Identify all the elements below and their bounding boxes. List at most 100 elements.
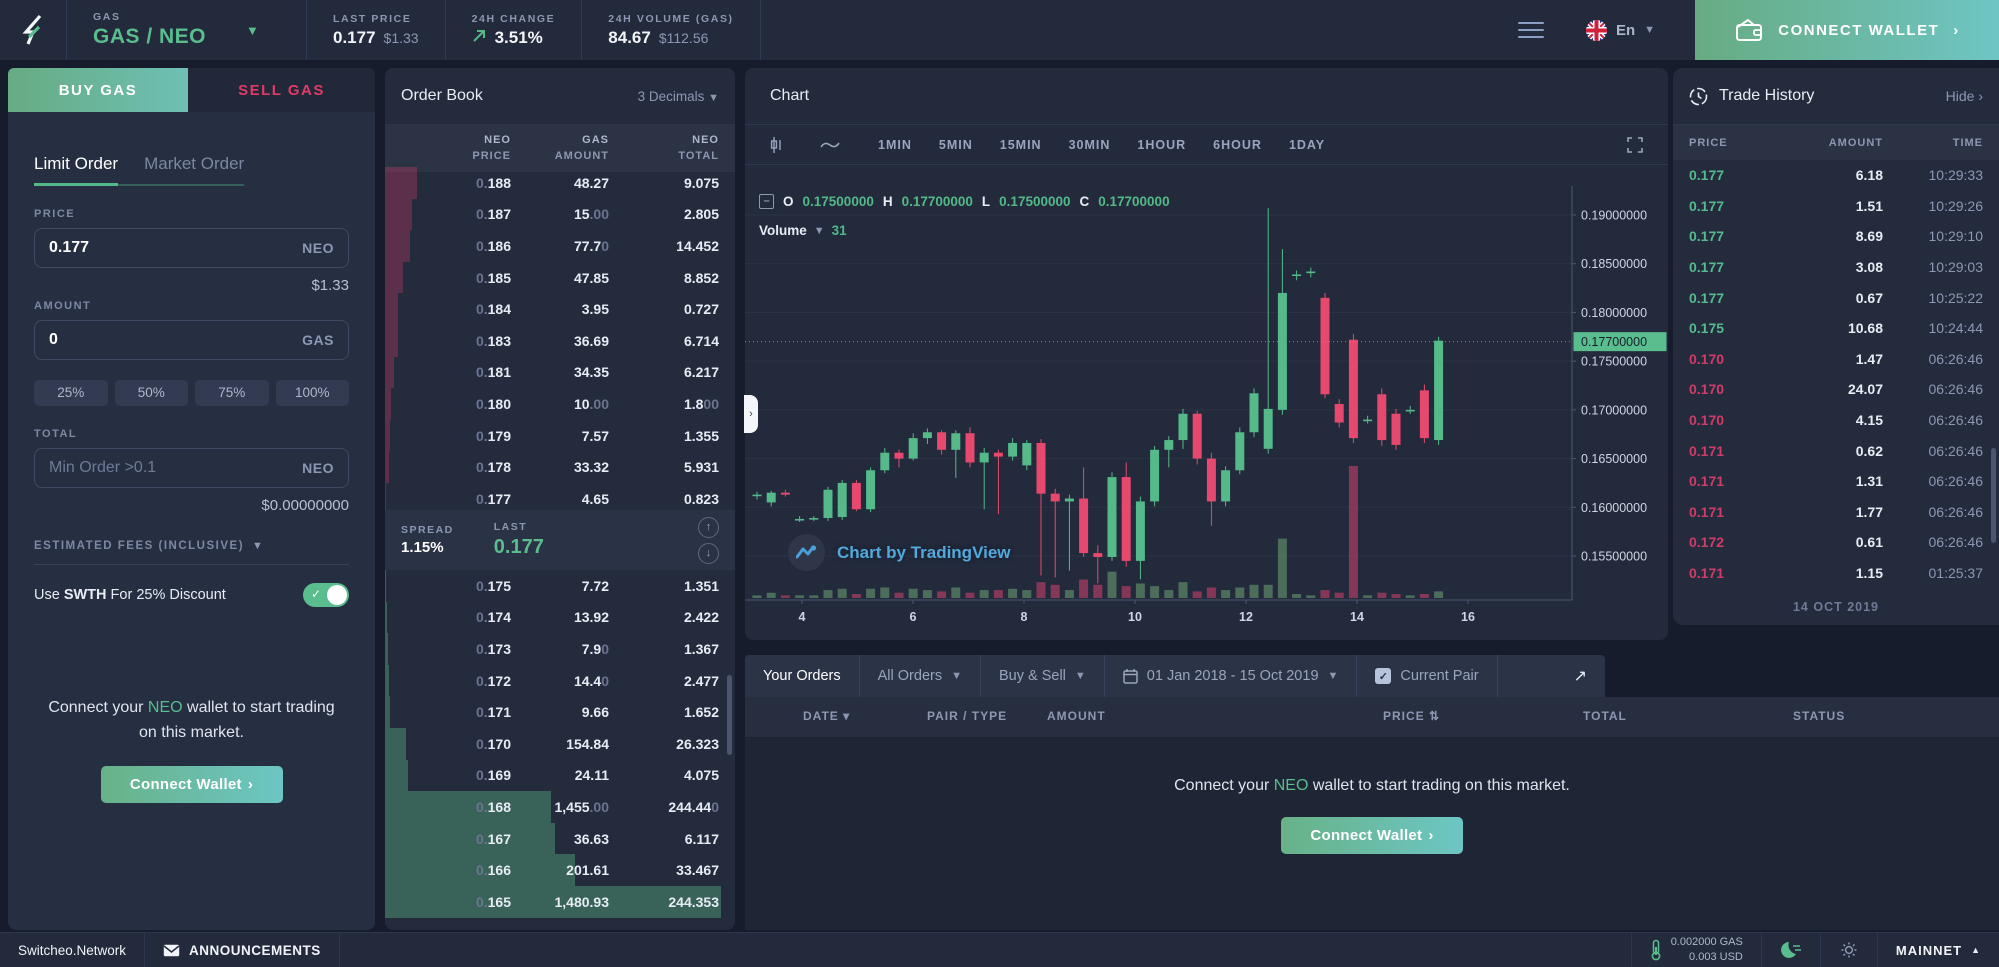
tab-buy-gas[interactable]: BUY GAS <box>8 68 188 112</box>
connect-wallet-button[interactable]: Connect Wallet› <box>1281 817 1463 854</box>
filter-all-orders[interactable]: All Orders▼ <box>860 655 981 697</box>
order-book-panel: Order Book 3 Decimals ▼ NEOPRICE GASAMOU… <box>385 68 735 930</box>
trade-row: 0.1720.6106:26:46 <box>1673 527 1999 558</box>
announcements-link[interactable]: ANNOUNCEMENTS <box>145 933 340 967</box>
svg-text:0.18500000: 0.18500000 <box>1581 257 1647 271</box>
candlestick-style-icon[interactable] <box>770 136 784 154</box>
language-label: En <box>1616 22 1635 39</box>
bid-row[interactable]: 0.170154.8426.323 <box>385 728 735 760</box>
legend-toggle-icon[interactable]: – <box>759 194 774 209</box>
order-book-header: NEOPRICE GASAMOUNT NEOTOTAL <box>385 124 735 172</box>
percent-button-25[interactable]: 25% <box>34 380 108 406</box>
bid-row[interactable]: 0.16736.636.117 <box>385 823 735 855</box>
app-logo[interactable] <box>0 0 67 60</box>
percent-button-75[interactable]: 75% <box>195 380 269 406</box>
bid-row[interactable]: 0.166201.6133.467 <box>385 854 735 886</box>
tab-market-order[interactable]: Market Order <box>144 154 244 184</box>
ohlc-legend: – O0.17500000 H0.17700000 L0.17500000 C0… <box>759 194 1170 209</box>
hide-trade-history-button[interactable]: Hide › <box>1946 88 1983 104</box>
tab-limit-order[interactable]: Limit Order <box>34 154 118 186</box>
svg-text:4: 4 <box>799 610 806 624</box>
ask-row[interactable]: 0.18134.356.217 <box>385 357 735 389</box>
ask-row[interactable]: 0.1843.950.727 <box>385 293 735 325</box>
stat-sub-value: $112.56 <box>659 30 709 46</box>
scrollbar-thumb[interactable] <box>727 675 732 755</box>
usd-balance: 0.003 USD <box>1671 950 1743 965</box>
tab-sell-gas[interactable]: SELL GAS <box>188 68 375 112</box>
svg-text:0.16000000: 0.16000000 <box>1581 501 1647 515</box>
decimals-selector[interactable]: 3 Decimals ▼ <box>638 89 719 104</box>
checkbox-checked-icon: ✓ <box>1375 668 1391 684</box>
current-pair-filter[interactable]: ✓ Current Pair <box>1357 655 1497 697</box>
your-orders-section: Your Orders All Orders▼ Buy & Sell▼ 01 J… <box>745 648 1999 930</box>
swth-discount-toggle[interactable]: ✓ <box>303 583 349 607</box>
ask-row[interactable]: 0.18677.7014.452 <box>385 230 735 262</box>
bid-row[interactable]: 0.1681,455.00244.440 <box>385 791 735 823</box>
orders-column-date[interactable]: DATE ▾ <box>803 709 850 723</box>
percent-button-100[interactable]: 100% <box>276 380 350 406</box>
ask-row[interactable]: 0.18010.001.800 <box>385 388 735 420</box>
timeframe-1day[interactable]: 1DAY <box>1289 138 1325 152</box>
timeframe-1hour[interactable]: 1HOUR <box>1137 138 1186 152</box>
stat-value: 84.67 <box>608 28 651 48</box>
swth-discount-label: Use SWTH For 25% Discount <box>34 587 226 603</box>
stat-24h-change: 24H CHANGE 3.51% <box>446 0 583 60</box>
timeframe-15min[interactable]: 15MIN <box>1000 138 1042 152</box>
collapse-orderbook-handle[interactable]: › <box>744 395 758 433</box>
scroll-to-bottom-icon[interactable]: ↓ <box>698 543 719 564</box>
ask-row[interactable]: 0.18336.696.714 <box>385 325 735 357</box>
ask-row[interactable]: 0.18547.858.852 <box>385 262 735 294</box>
chevron-down-icon[interactable]: ▼ <box>814 225 825 237</box>
stat-label: 24H CHANGE <box>472 13 556 25</box>
pair-selector[interactable]: GAS GAS / NEO ▼ <box>67 0 307 60</box>
tradingview-attribution[interactable]: Chart by TradingView <box>788 534 1011 571</box>
brand-link[interactable]: Switcheo.Network <box>0 933 145 967</box>
ask-row[interactable]: 0.1797.571.355 <box>385 420 735 452</box>
bid-row[interactable]: 0.17214.402.477 <box>385 665 735 697</box>
bid-row[interactable]: 0.16924.114.075 <box>385 760 735 792</box>
fullscreen-icon[interactable] <box>1627 137 1643 153</box>
date-separator: 14 OCT 2019 <box>1673 600 1999 614</box>
chart-toolbar: 1MIN 5MIN 15MIN 30MIN 1HOUR 6HOUR 1DAY <box>745 125 1668 165</box>
percent-button-50[interactable]: 50% <box>115 380 189 406</box>
ask-row[interactable]: 0.17833.325.931 <box>385 451 735 483</box>
line-style-icon[interactable] <box>820 140 840 150</box>
timeframe-6hour[interactable]: 6HOUR <box>1213 138 1262 152</box>
connect-wallet-button[interactable]: CONNECT WALLET › <box>1695 0 1999 60</box>
menu-icon[interactable] <box>1518 22 1544 38</box>
ask-row[interactable]: 0.1774.650.823 <box>385 483 735 510</box>
price-input[interactable] <box>49 239 294 257</box>
scroll-to-top-icon[interactable]: ↑ <box>698 517 719 538</box>
ask-row[interactable]: 0.18715.002.805 <box>385 199 735 231</box>
bid-row[interactable]: 0.1719.661.652 <box>385 696 735 728</box>
chevron-right-icon: › <box>1428 827 1433 844</box>
expand-orders-icon[interactable]: ↗ <box>1556 655 1605 697</box>
scrollbar-thumb[interactable] <box>1991 448 1996 543</box>
total-input[interactable] <box>49 459 294 477</box>
day-mode-toggle[interactable] <box>1820 933 1877 967</box>
trade-row: 0.17024.0706:26:46 <box>1673 374 1999 405</box>
bid-row[interactable]: 0.1651,480.93244.353 <box>385 886 735 918</box>
timeframe-5min[interactable]: 5MIN <box>939 138 973 152</box>
ask-row[interactable]: 0.18848.279.075 <box>385 167 735 199</box>
night-mode-toggle[interactable] <box>1761 933 1820 967</box>
filter-buy-sell[interactable]: Buy & Sell▼ <box>981 655 1105 697</box>
orders-title: Your Orders <box>745 655 860 697</box>
date-range-picker[interactable]: 01 Jan 2018 - 15 Oct 2019▼ <box>1105 655 1358 697</box>
estimated-fees-toggle[interactable]: ESTIMATED FEES (INCLUSIVE) ▼ <box>34 540 349 565</box>
network-selector[interactable]: MAINNET▲ <box>1877 933 1999 967</box>
orders-column-price[interactable]: PRICE ⇅ <box>1383 709 1440 723</box>
timeframe-1min[interactable]: 1MIN <box>878 138 912 152</box>
bid-row[interactable]: 0.1737.901.367 <box>385 633 735 665</box>
language-selector[interactable]: En ▼ <box>1586 20 1655 41</box>
bid-row[interactable]: 0.1757.721.351 <box>385 570 735 602</box>
trade-row: 0.1711.1501:25:37 <box>1673 558 1999 589</box>
orders-column-pair-type: PAIR / TYPE <box>927 709 1007 723</box>
timeframe-30min[interactable]: 30MIN <box>1069 138 1111 152</box>
top-header: GAS GAS / NEO ▼ LAST PRICE 0.177 $1.33 2… <box>0 0 1999 60</box>
connect-wallet-button[interactable]: Connect Wallet› <box>101 766 283 803</box>
trade-form-panel: Limit Order Market Order PRICE NEO $1.33… <box>8 112 375 930</box>
amount-input[interactable] <box>49 331 294 349</box>
bid-row[interactable]: 0.17413.922.422 <box>385 602 735 634</box>
svg-text:8: 8 <box>1021 610 1028 624</box>
